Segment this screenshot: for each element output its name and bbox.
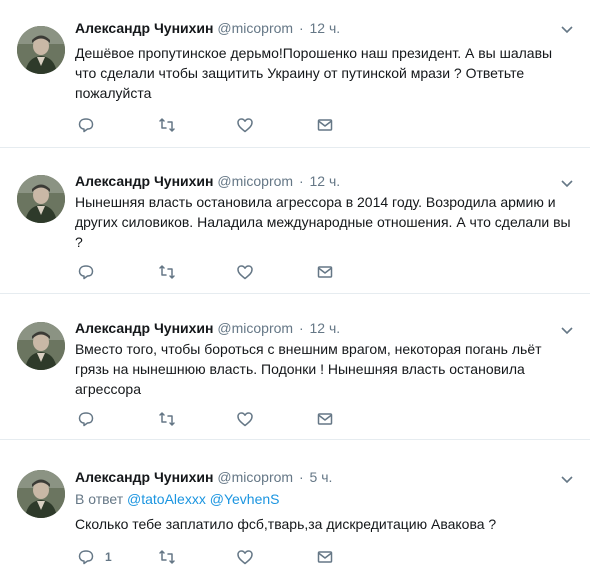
like-button[interactable] (236, 262, 254, 282)
reply-icon (78, 265, 94, 280)
separator: · (298, 20, 304, 36)
envelope-icon (317, 551, 333, 563)
heart-icon (237, 118, 253, 133)
direct-message-button[interactable] (316, 547, 334, 567)
avatar-photo (17, 322, 65, 370)
retweet-button[interactable] (158, 115, 176, 135)
chevron-down-icon[interactable] (560, 472, 574, 486)
tweet-text: Дешёвое пропутинское дерьмо!Порошенко на… (75, 45, 553, 101)
author-name[interactable]: Александр Чунихин (75, 320, 214, 336)
tweet-text: Сколько тебе заплатило фсб,тварь,за диск… (75, 516, 497, 532)
reply-icon (78, 118, 94, 133)
tweet-header: Александр Чунихин @micoprom · 12 ч. (75, 19, 560, 37)
direct-message-button[interactable] (316, 262, 334, 282)
tweet[interactable]: Александр Чунихин @micoprom · 12 ч. Вмес… (0, 294, 590, 440)
like-button[interactable] (236, 409, 254, 429)
reply-count: 1 (105, 550, 112, 564)
timestamp[interactable]: 5 ч. (310, 469, 333, 485)
timestamp[interactable]: 12 ч. (310, 173, 341, 189)
chevron-down-icon[interactable] (560, 22, 574, 36)
timestamp[interactable]: 12 ч. (310, 320, 341, 336)
author-name[interactable]: Александр Чунихин (75, 173, 214, 189)
direct-message-button[interactable] (316, 409, 334, 429)
tweet-actions (75, 115, 375, 135)
direct-message-button[interactable] (316, 115, 334, 135)
tweet[interactable]: Александр Чунихин @micoprom · 5 ч. В отв… (0, 440, 590, 574)
reply-context: В ответ @tatoAlexxx @YevhenS (75, 490, 279, 508)
retweet-button[interactable] (158, 409, 176, 429)
reply-button[interactable]: 1 (77, 547, 112, 567)
reply-icon (78, 550, 94, 565)
reply-button[interactable] (77, 262, 105, 282)
heart-icon (237, 265, 253, 280)
author-name[interactable]: Александр Чунихин (75, 469, 214, 485)
avatar[interactable] (17, 470, 65, 518)
mention-link[interactable]: @tatoAlexxx (127, 491, 206, 507)
envelope-icon (317, 119, 333, 131)
mention-link[interactable]: @YevhenS (210, 491, 280, 507)
reply-button[interactable] (77, 115, 105, 135)
reply-icon (78, 412, 94, 427)
separator: · (298, 320, 304, 336)
tweet-text: Нынешняя власть остановила агрессора в 2… (75, 194, 571, 250)
reply-prefix: В ответ (75, 491, 124, 507)
author-handle[interactable]: @micoprom (217, 320, 293, 336)
tweet-header: Александр Чунихин @micoprom · 5 ч. (75, 468, 560, 486)
tweet-header: Александр Чунихин @micoprom · 12 ч. (75, 172, 560, 190)
tweet-feed: Александр Чунихин @micoprom · 12 ч. Дешё… (0, 0, 590, 574)
like-button[interactable] (236, 115, 254, 135)
tweet-actions (75, 262, 375, 282)
like-button[interactable] (236, 547, 254, 567)
avatar[interactable] (17, 26, 65, 74)
retweet-button[interactable] (158, 262, 176, 282)
retweet-button[interactable] (158, 547, 176, 567)
separator: · (298, 173, 304, 189)
avatar-photo (17, 26, 65, 74)
author-handle[interactable]: @micoprom (217, 20, 293, 36)
heart-icon (237, 550, 253, 565)
avatar[interactable] (17, 322, 65, 370)
avatar[interactable] (17, 175, 65, 223)
avatar-photo (17, 470, 65, 518)
heart-icon (237, 412, 253, 427)
timestamp[interactable]: 12 ч. (310, 20, 341, 36)
tweet[interactable]: Александр Чунихин @micoprom · 12 ч. Дешё… (0, 0, 590, 148)
retweet-icon (159, 118, 175, 132)
author-handle[interactable]: @micoprom (217, 469, 293, 485)
retweet-icon (159, 550, 175, 564)
chevron-down-icon[interactable] (560, 323, 574, 337)
author-name[interactable]: Александр Чунихин (75, 20, 214, 36)
separator: · (298, 469, 304, 485)
avatar-photo (17, 175, 65, 223)
author-handle[interactable]: @micoprom (217, 173, 293, 189)
envelope-icon (317, 413, 333, 425)
tweet-actions (75, 409, 375, 429)
envelope-icon (317, 266, 333, 278)
tweet-header: Александр Чунихин @micoprom · 12 ч. (75, 319, 560, 337)
retweet-icon (159, 265, 175, 279)
tweet-text: Вместо того, чтобы бороться с внешним вр… (75, 341, 542, 397)
tweet[interactable]: Александр Чунихин @micoprom · 12 ч. Ныне… (0, 148, 590, 294)
retweet-icon (159, 412, 175, 426)
tweet-actions: 1 (75, 547, 375, 567)
chevron-down-icon[interactable] (560, 176, 574, 190)
reply-button[interactable] (77, 409, 105, 429)
